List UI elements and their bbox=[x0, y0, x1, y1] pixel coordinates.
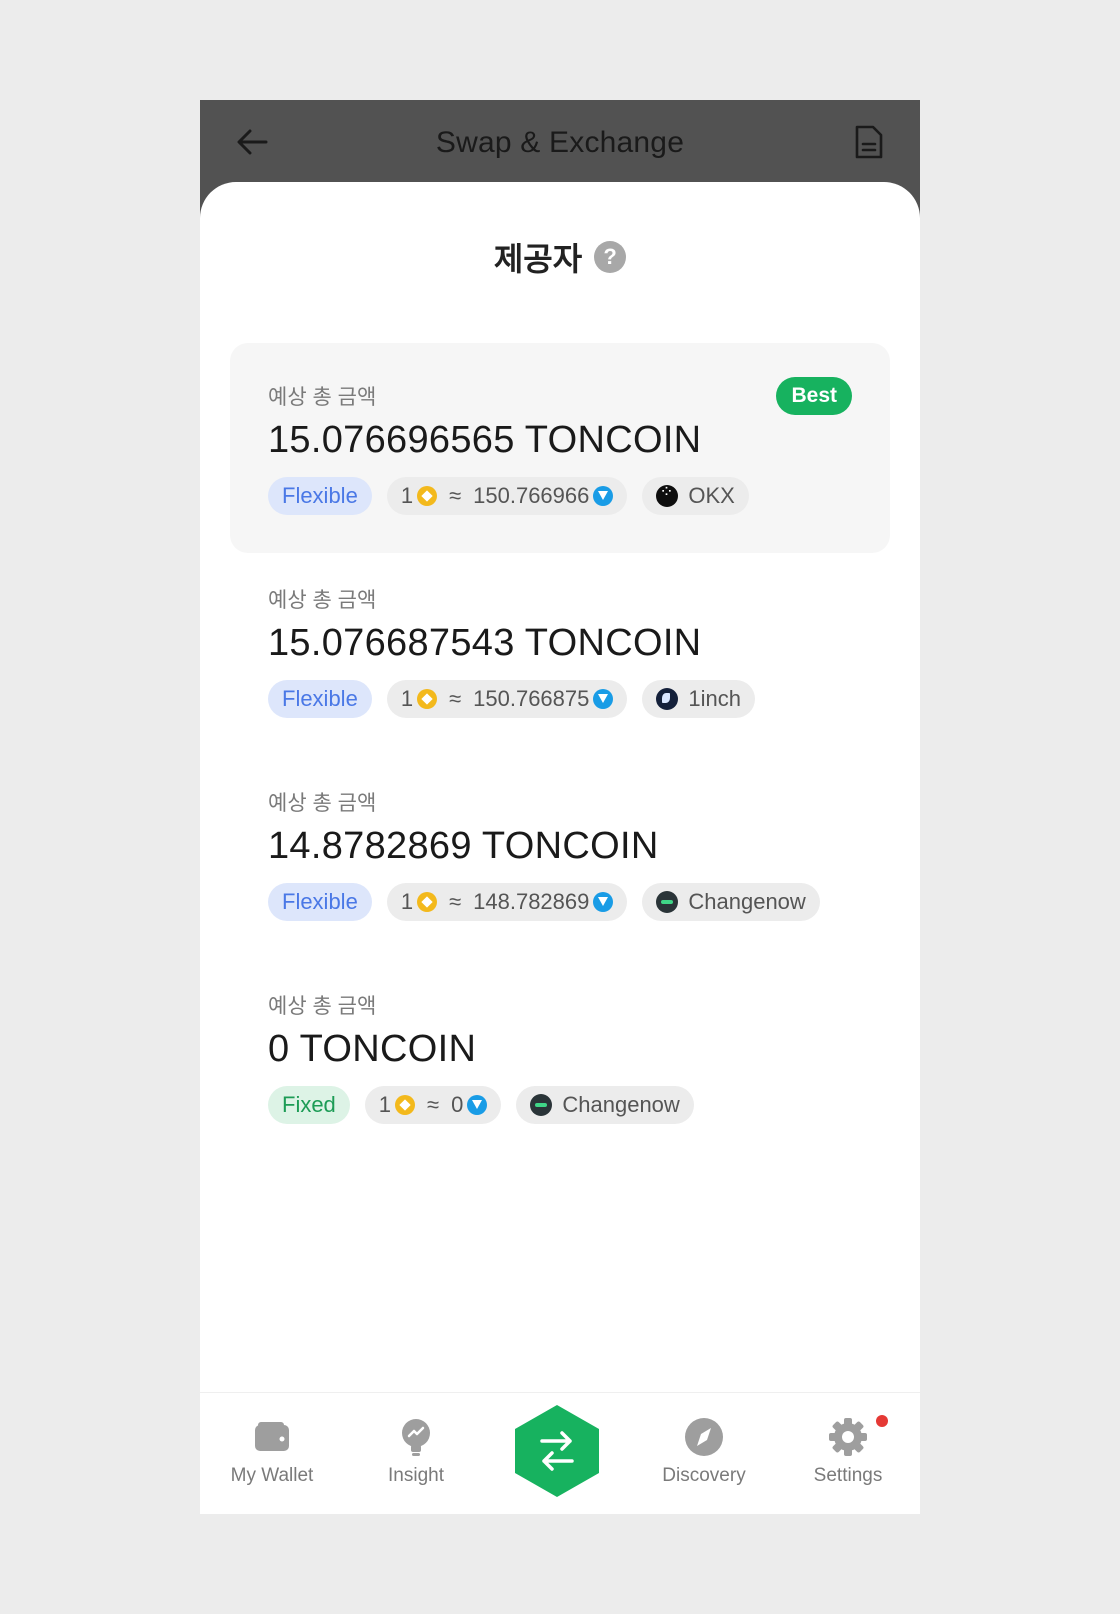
provider-offer-changenow-flexible[interactable]: 예상 총 금액 14.8782869 TONCOIN Flexible 1 ≈ … bbox=[230, 749, 890, 959]
nav-my-wallet[interactable]: My Wallet bbox=[212, 1415, 332, 1487]
rate-to: 150.766966 bbox=[473, 483, 590, 508]
ton-coin-icon bbox=[593, 689, 614, 709]
provider-sheet: 제공자 ? 예상 총 금액 Best 15.076696565 TONCOIN … bbox=[200, 182, 920, 1514]
app-screen: Swap & Exchange 제공자 ? 예상 총 금액 Best 15.07… bbox=[200, 100, 920, 1514]
rate-to: 148.782869 bbox=[473, 889, 590, 914]
approx-sign: ≈ bbox=[449, 483, 462, 508]
estimated-total-label: 예상 총 금액 bbox=[268, 995, 377, 1018]
ton-coin-icon bbox=[593, 486, 614, 506]
rate-to: 150.766875 bbox=[473, 686, 590, 711]
compass-icon bbox=[682, 1415, 726, 1459]
provider-offer-changenow-fixed[interactable]: 예상 총 금액 0 TONCOIN Fixed 1 ≈ 0 Changenow bbox=[230, 952, 890, 1162]
1inch-logo-icon bbox=[656, 688, 679, 710]
sheet-header: 제공자 ? bbox=[200, 234, 920, 280]
bnb-coin-icon bbox=[417, 892, 438, 912]
provider-name: OKX bbox=[688, 483, 735, 508]
changenow-logo-icon bbox=[530, 1094, 553, 1116]
best-badge: Best bbox=[776, 377, 852, 415]
approx-sign: ≈ bbox=[449, 686, 462, 711]
provider-chip: Changenow bbox=[642, 883, 820, 921]
offer-chips: Flexible 1 ≈ 150.766966 OKX bbox=[268, 477, 749, 515]
top-bar: Swap & Exchange bbox=[200, 100, 920, 190]
estimated-amount: 14.8782869 TONCOIN bbox=[268, 825, 659, 867]
rate-from: 1 bbox=[378, 1092, 392, 1117]
provider-name: 1inch bbox=[688, 686, 741, 711]
nav-insight[interactable]: Insight bbox=[356, 1415, 476, 1487]
bnb-coin-icon bbox=[417, 689, 438, 709]
rate-from: 1 bbox=[400, 686, 414, 711]
wallet-icon bbox=[250, 1415, 294, 1459]
estimated-amount: 15.076696565 TONCOIN bbox=[268, 419, 702, 461]
rate-mode-chip: Flexible bbox=[268, 883, 372, 921]
estimated-total-label: 예상 총 금액 bbox=[268, 589, 377, 612]
rate-from: 1 bbox=[400, 889, 414, 914]
document-icon bbox=[855, 125, 883, 159]
nav-settings[interactable]: Settings bbox=[788, 1415, 908, 1487]
bottom-nav: My Wallet Insight Discovery Settings bbox=[200, 1392, 920, 1514]
rate-chip: 1 ≈ 148.782869 bbox=[386, 883, 628, 921]
notification-dot bbox=[876, 1415, 888, 1427]
bnb-coin-icon bbox=[417, 486, 438, 506]
lightbulb-icon bbox=[394, 1415, 438, 1459]
estimated-total-label: 예상 총 금액 bbox=[268, 386, 377, 409]
nav-discovery[interactable]: Discovery bbox=[644, 1415, 764, 1487]
estimated-amount: 0 TONCOIN bbox=[268, 1028, 477, 1070]
gear-icon bbox=[826, 1415, 870, 1459]
page-title: Swap & Exchange bbox=[435, 126, 685, 159]
bnb-coin-icon bbox=[395, 1095, 416, 1115]
approx-sign: ≈ bbox=[427, 1092, 440, 1117]
estimated-amount: 15.076687543 TONCOIN bbox=[268, 622, 702, 664]
rate-mode-chip: Flexible bbox=[268, 680, 372, 718]
provider-name: Changenow bbox=[562, 1092, 680, 1117]
approx-sign: ≈ bbox=[449, 889, 462, 914]
offer-chips: Flexible 1 ≈ 150.766875 1inch bbox=[268, 680, 755, 718]
provider-chip: OKX bbox=[642, 477, 749, 515]
nav-label: Discovery bbox=[662, 1465, 746, 1486]
provider-offer-1inch[interactable]: 예상 총 금액 15.076687543 TONCOIN Flexible 1 … bbox=[230, 546, 890, 756]
okx-logo-icon bbox=[656, 482, 679, 507]
provider-name: Changenow bbox=[688, 889, 806, 914]
ton-coin-icon bbox=[593, 892, 614, 912]
rate-chip: 1 ≈ 150.766875 bbox=[386, 680, 628, 718]
rate-chip: 1 ≈ 150.766966 bbox=[386, 477, 628, 515]
rate-from: 1 bbox=[400, 483, 414, 508]
estimated-total-label: 예상 총 금액 bbox=[268, 792, 377, 815]
nav-label: Insight bbox=[388, 1465, 444, 1486]
nav-label: My Wallet bbox=[230, 1465, 314, 1486]
offer-chips: Flexible 1 ≈ 148.782869 Changenow bbox=[268, 883, 820, 921]
provider-chip: Changenow bbox=[516, 1086, 694, 1124]
question-icon[interactable]: ? bbox=[594, 241, 627, 273]
provider-offer-okx[interactable]: 예상 총 금액 Best 15.076696565 TONCOIN Flexib… bbox=[230, 343, 890, 553]
rate-mode-chip: Fixed bbox=[268, 1086, 350, 1124]
swap-arrows-icon bbox=[515, 1405, 599, 1497]
provider-chip: 1inch bbox=[642, 680, 755, 718]
ton-coin-icon bbox=[467, 1095, 488, 1115]
changenow-logo-icon bbox=[656, 891, 679, 913]
rate-to: 0 bbox=[451, 1092, 464, 1117]
history-button[interactable] bbox=[848, 122, 888, 162]
offer-chips: Fixed 1 ≈ 0 Changenow bbox=[268, 1086, 694, 1124]
swap-button[interactable] bbox=[512, 1403, 602, 1499]
rate-mode-chip: Flexible bbox=[268, 477, 372, 515]
rate-chip: 1 ≈ 0 bbox=[364, 1086, 502, 1124]
sheet-title: 제공자 bbox=[493, 241, 583, 277]
nav-label: Settings bbox=[813, 1465, 883, 1486]
